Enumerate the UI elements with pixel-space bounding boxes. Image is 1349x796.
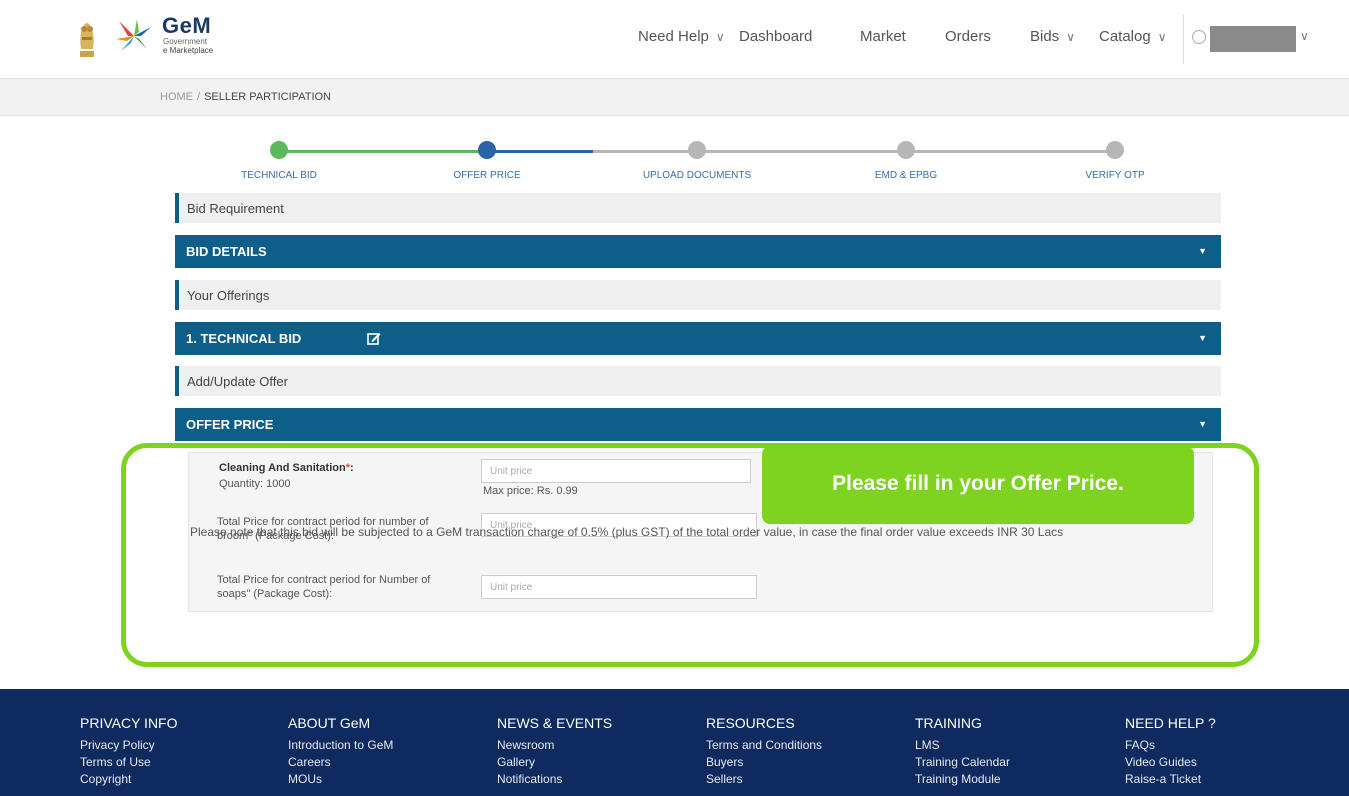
footer-heading: NEED HELP ? bbox=[1125, 715, 1216, 731]
footer-heading: NEWS & EVENTS bbox=[497, 715, 613, 731]
technical-bid-title: 1. TECHNICAL BID bbox=[186, 331, 302, 346]
nav-dashboard[interactable]: Dashboard bbox=[739, 28, 812, 45]
breadcrumb-bar: HOME / SELLER PARTICIPATION bbox=[0, 79, 1349, 116]
footer-link[interactable]: Training Calendar bbox=[915, 754, 1010, 771]
chevron-down-icon[interactable]: ∨ bbox=[1300, 29, 1309, 43]
step-label-offer-price: OFFER PRICE bbox=[453, 170, 521, 181]
breadcrumb-current: SELLER PARTICIPATION bbox=[204, 91, 332, 103]
breadcrumb-separator: / bbox=[197, 91, 201, 103]
footer-heading: RESOURCES bbox=[706, 715, 795, 731]
footer-link[interactable]: Notifications bbox=[497, 771, 612, 788]
footer-heading: ABOUT GeM bbox=[288, 715, 371, 731]
step-label-technical-bid: TECHNICAL BID bbox=[241, 170, 317, 181]
step-label-upload-documents: UPLOAD DOCUMENTS bbox=[642, 170, 752, 181]
chevron-down-icon: ∨ bbox=[1157, 29, 1167, 44]
gem-logo-icon[interactable] bbox=[113, 17, 155, 55]
footer-link[interactable]: Privacy Policy bbox=[80, 737, 178, 754]
breadcrumb-home[interactable]: HOME bbox=[160, 91, 193, 103]
nav-label: Market bbox=[860, 28, 906, 45]
bid-details-accordion[interactable]: BID DETAILS ▼ bbox=[175, 235, 1221, 268]
footer-link[interactable]: Terms and Conditions bbox=[706, 737, 822, 754]
step-connector-2a bbox=[487, 150, 593, 153]
caret-down-icon: ▼ bbox=[1198, 246, 1207, 256]
nav-label: Need Help bbox=[638, 28, 709, 45]
nav-divider bbox=[1183, 14, 1184, 64]
footer-link[interactable]: Gallery bbox=[497, 754, 612, 771]
bid-requirement-heading: Bid Requirement bbox=[175, 193, 1221, 223]
footer-link[interactable]: Buyers bbox=[706, 754, 822, 771]
gem-logo-subtitle-1: Government bbox=[163, 37, 208, 46]
footer-link[interactable]: FAQs bbox=[1125, 737, 1216, 754]
footer-link[interactable]: Terms of Use bbox=[80, 754, 178, 771]
step-connector-rest bbox=[593, 150, 1115, 153]
footer-link[interactable]: Careers bbox=[288, 754, 393, 771]
caret-down-icon: ▼ bbox=[1198, 333, 1207, 343]
offer-price-title: OFFER PRICE bbox=[186, 417, 274, 432]
nav-label: Catalog bbox=[1099, 28, 1151, 45]
footer-heading: PRIVACY INFO bbox=[80, 715, 178, 731]
step-dot-technical-bid[interactable] bbox=[270, 141, 288, 159]
chevron-down-icon: ∨ bbox=[1066, 29, 1075, 44]
footer-link[interactable]: Video Guides bbox=[1125, 754, 1216, 771]
step-label-emd-epbg: EMD & EPBG bbox=[874, 170, 938, 181]
footer-link[interactable]: Raise-a Ticket bbox=[1125, 771, 1216, 788]
nav-label: Dashboard bbox=[739, 28, 813, 45]
footer-link[interactable]: MOUs bbox=[288, 771, 393, 788]
footer-link[interactable]: Introduction to GeM bbox=[288, 737, 393, 754]
step-label-verify-otp: VERIFY OTP bbox=[1085, 170, 1145, 181]
add-update-offer-heading: Add/Update Offer bbox=[175, 366, 1221, 396]
top-header: GeM Government e Marketplace Need Help ∨… bbox=[0, 0, 1349, 79]
step-dot-verify-otp bbox=[1106, 141, 1124, 159]
caret-down-icon: ▼ bbox=[1198, 419, 1207, 429]
technical-bid-accordion[interactable]: 1. TECHNICAL BID ▼ bbox=[175, 322, 1221, 355]
breadcrumb: HOME / SELLER PARTICIPATION bbox=[160, 91, 331, 103]
nav-catalog[interactable]: Catalog ∨ bbox=[1099, 28, 1167, 45]
footer-column-privacy: PRIVACY INFO Privacy Policy Terms of Use… bbox=[80, 715, 178, 788]
bid-details-title: BID DETAILS bbox=[186, 244, 267, 259]
footer-column-news: NEWS & EVENTS Newsroom Gallery Notificat… bbox=[497, 715, 612, 788]
gem-logo-subtitle-2: e Marketplace bbox=[163, 46, 214, 55]
footer-link[interactable]: Training Module bbox=[915, 771, 1010, 788]
nav-bids[interactable]: Bids ∨ bbox=[1030, 28, 1075, 45]
edit-icon[interactable] bbox=[367, 331, 381, 345]
footer-link[interactable]: Copyright bbox=[80, 771, 178, 788]
step-dot-emd-epbg bbox=[897, 141, 915, 159]
tutorial-tooltip: Please fill in your Offer Price. bbox=[762, 446, 1194, 524]
your-offerings-heading: Your Offerings bbox=[175, 280, 1221, 310]
progress-stepper: TECHNICAL BID OFFER PRICE UPLOAD DOCUMEN… bbox=[0, 116, 1349, 188]
footer-column-about: ABOUT GeM Introduction to GeM Careers MO… bbox=[288, 715, 393, 788]
step-dot-offer-price[interactable] bbox=[478, 141, 496, 159]
footer-column-resources: RESOURCES Terms and Conditions Buyers Se… bbox=[706, 715, 822, 788]
gem-logo-text[interactable]: GeM bbox=[162, 13, 211, 39]
footer-heading: TRAINING bbox=[915, 715, 982, 731]
nav-market[interactable]: Market bbox=[860, 28, 906, 45]
footer-column-training: TRAINING LMS Training Calendar Training … bbox=[915, 715, 1010, 788]
footer-link[interactable]: Newsroom bbox=[497, 737, 612, 754]
step-connector-1 bbox=[279, 150, 485, 153]
footer-link[interactable]: Sellers bbox=[706, 771, 822, 788]
footer-link[interactable]: LMS bbox=[915, 737, 1010, 754]
user-name-redacted[interactable] bbox=[1210, 26, 1296, 52]
chevron-down-icon: ∨ bbox=[715, 29, 725, 44]
nav-label: Bids bbox=[1030, 28, 1060, 45]
nav-orders[interactable]: Orders bbox=[945, 28, 991, 45]
national-emblem-icon bbox=[80, 23, 94, 57]
footer-column-help: NEED HELP ? FAQs Video Guides Raise-a Ti… bbox=[1125, 715, 1216, 788]
step-dot-upload-documents bbox=[688, 141, 706, 159]
nav-label: Orders bbox=[945, 28, 991, 45]
offer-price-accordion[interactable]: OFFER PRICE ▼ bbox=[175, 408, 1221, 441]
user-icon[interactable] bbox=[1192, 30, 1206, 44]
nav-need-help[interactable]: Need Help ∨ bbox=[638, 28, 725, 45]
site-footer: PRIVACY INFO Privacy Policy Terms of Use… bbox=[0, 689, 1349, 796]
